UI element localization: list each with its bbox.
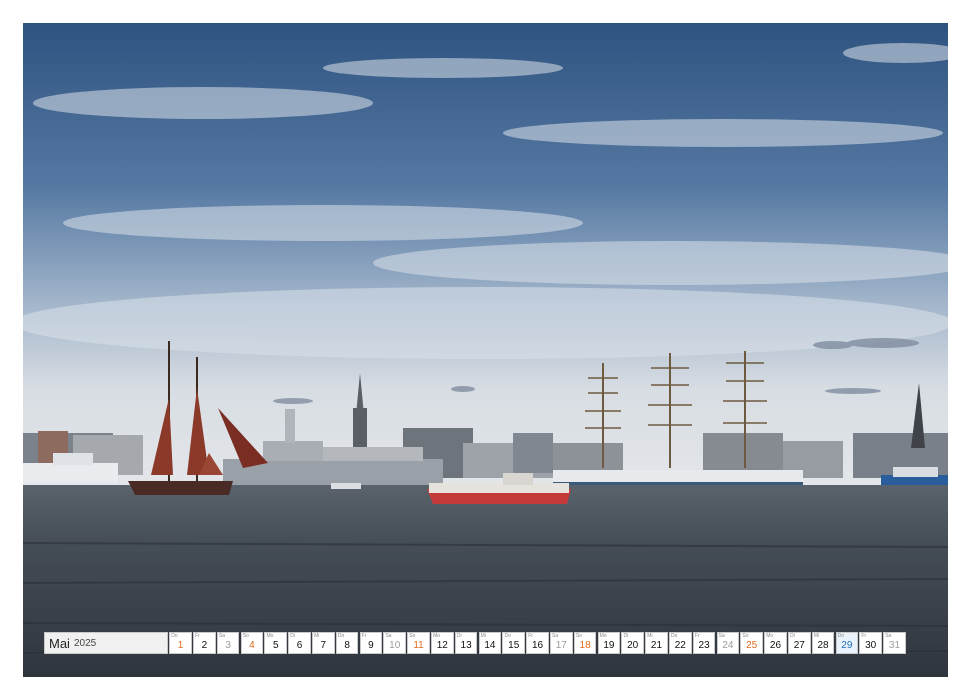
weekday-label: Do bbox=[504, 633, 511, 639]
day-cell: Sa 31 bbox=[883, 632, 906, 654]
day-cell: So 18 bbox=[573, 632, 597, 654]
day-cell: Di 27 bbox=[788, 632, 811, 654]
month-year: 2025 bbox=[73, 637, 97, 649]
day-cell: Sa 3 bbox=[216, 632, 240, 654]
white-ferry bbox=[23, 463, 118, 483]
month-label: Mai 2025 bbox=[44, 632, 168, 654]
day-cell: Di 6 bbox=[288, 632, 311, 654]
weekday-label: Fr bbox=[528, 633, 533, 639]
weekday-label: Sa bbox=[552, 633, 559, 639]
harbor-photo bbox=[23, 23, 948, 677]
weekday-label: Do bbox=[837, 633, 845, 639]
weekday-label: Sa bbox=[218, 633, 226, 639]
weekday-label: So bbox=[575, 633, 582, 639]
day-cell: Sa 17 bbox=[550, 632, 573, 654]
weekday-label: So bbox=[742, 633, 749, 639]
weekday-label: Mo bbox=[266, 633, 274, 639]
day-cell: Di 13 bbox=[454, 632, 478, 654]
weekday-label: Sa bbox=[718, 633, 725, 639]
weekday-label: Mi bbox=[480, 633, 486, 639]
small-boat bbox=[331, 483, 361, 489]
day-cell: Mi 7 bbox=[312, 632, 335, 654]
day-cell: Mo 5 bbox=[264, 632, 287, 654]
day-cell: Sa 10 bbox=[383, 632, 406, 654]
weekday-label: Di bbox=[456, 633, 462, 639]
day-cell: So 4 bbox=[240, 632, 264, 654]
weekday-label: Sa bbox=[885, 633, 892, 639]
day-cell: Fr 2 bbox=[193, 632, 216, 654]
day-cell: Di 20 bbox=[621, 632, 644, 654]
day-cell: Do 22 bbox=[669, 632, 692, 654]
day-cell: Do 29 bbox=[835, 632, 859, 654]
day-cell: Mo 26 bbox=[764, 632, 787, 654]
day-cell: Do 8 bbox=[335, 632, 359, 654]
day-cell: Mo 12 bbox=[431, 632, 454, 654]
day-cell: Mi 21 bbox=[645, 632, 668, 654]
weekday-label: Di bbox=[623, 633, 629, 639]
weekday-label: Di bbox=[790, 633, 795, 639]
calendar-strip: Mai 2025 Do 1 Fr 2 Sa 3 So 4 Mo 5 Di 6 Mi 7 Do 8 Fr 9 Sa 10… bbox=[44, 632, 906, 656]
day-cell: Do 15 bbox=[502, 632, 525, 654]
weekday-label: Mi bbox=[647, 633, 653, 639]
weekday-label: Mo bbox=[599, 633, 607, 639]
weekday-label: Mo bbox=[766, 633, 774, 639]
month-name: Mai bbox=[49, 635, 70, 651]
weekday-label: Fr bbox=[694, 633, 700, 639]
day-cell: Mi 14 bbox=[478, 632, 502, 654]
weekday-label: Do bbox=[671, 633, 678, 639]
weekday-label: Di bbox=[290, 633, 296, 639]
day-cell: So 11 bbox=[407, 632, 430, 654]
day-cell: Mo 19 bbox=[597, 632, 621, 654]
day-cell: Fr 9 bbox=[359, 632, 383, 654]
weekday-label: Mi bbox=[314, 633, 320, 639]
weekday-label: Fr bbox=[861, 633, 867, 639]
weekday-label: Sa bbox=[385, 633, 392, 639]
day-cell: Sa 24 bbox=[716, 632, 740, 654]
day-cell: Fr 16 bbox=[526, 632, 549, 654]
day-cell: Do 1 bbox=[169, 632, 192, 654]
weekday-label: Do bbox=[171, 633, 178, 639]
weekday-label: Mi bbox=[813, 633, 820, 639]
weekday-label: Fr bbox=[361, 633, 367, 639]
day-cell: Mi 28 bbox=[811, 632, 835, 654]
day-cell: Fr 30 bbox=[859, 632, 882, 654]
weekday-label: So bbox=[409, 633, 416, 639]
weekday-label: Fr bbox=[195, 633, 200, 639]
day-cells: Do 1 Fr 2 Sa 3 So 4 Mo 5 Di 6 Mi 7 Do 8 Fr 9 Sa 10 So 11 Mo 12 D… bbox=[168, 632, 906, 656]
weekday-label: So bbox=[242, 633, 249, 639]
weekday-label: Mo bbox=[433, 633, 441, 639]
weekday-label: Do bbox=[337, 633, 345, 639]
day-cell: Fr 23 bbox=[692, 632, 716, 654]
day-cell: So 25 bbox=[740, 632, 763, 654]
